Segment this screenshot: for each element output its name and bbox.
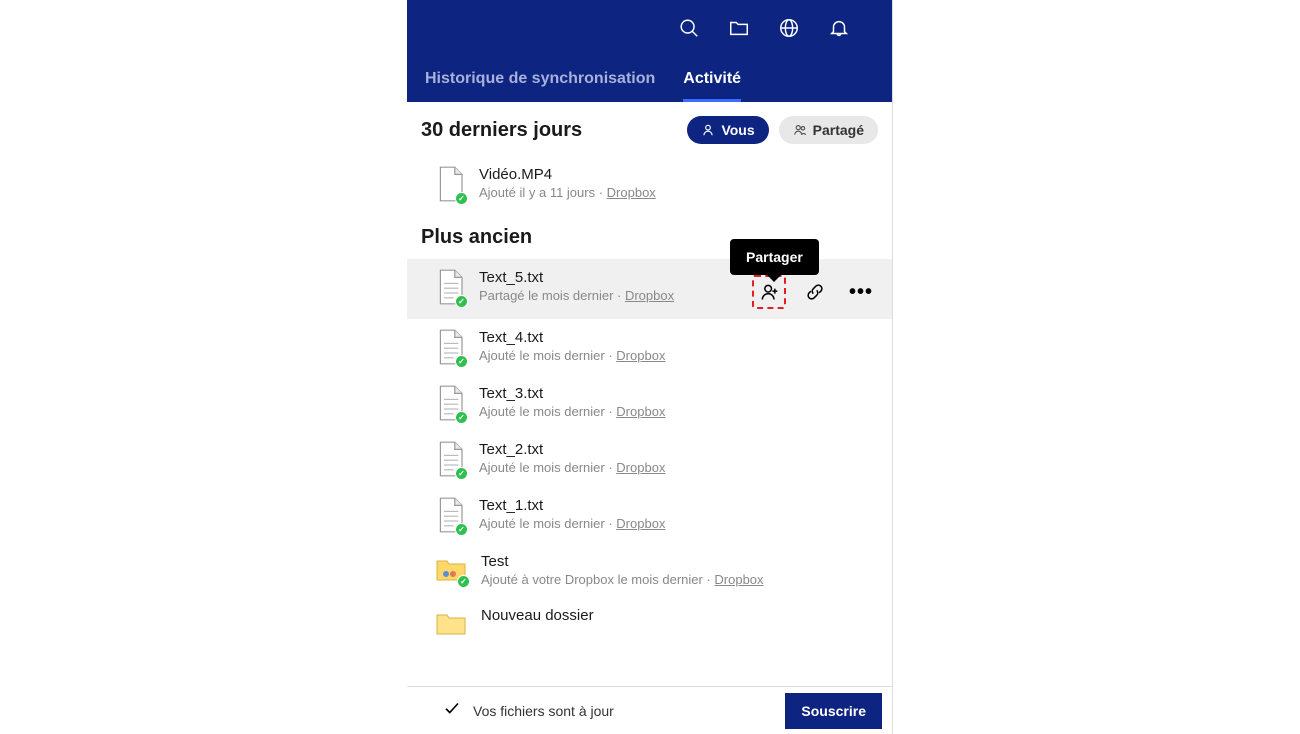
text-file-icon xyxy=(435,441,465,477)
header: Historique de synchronisation Activité xyxy=(407,0,892,102)
filter-shared-pill[interactable]: Partagé xyxy=(779,116,878,144)
activity-content: 30 derniers jours Vous Partagé Vidéo.MP4… xyxy=(407,102,892,686)
item-name: Test xyxy=(481,553,878,570)
location-link[interactable]: Dropbox xyxy=(607,185,656,200)
activity-item[interactable]: Vidéo.MP4 Ajouté il y a 11 jours · Dropb… xyxy=(407,156,892,212)
item-meta: Partagé le mois dernier · Dropbox xyxy=(479,288,738,303)
subscribe-button[interactable]: Souscrire xyxy=(785,693,882,729)
text-file-icon xyxy=(435,497,465,533)
item-meta: Ajouté le mois dernier · Dropbox xyxy=(479,404,878,419)
section-recent-title: 30 derniers jours xyxy=(421,119,677,142)
item-name: Text_5.txt xyxy=(479,269,738,286)
location-link[interactable]: Dropbox xyxy=(616,348,665,363)
activity-item[interactable]: Text_4.txt Ajouté le mois dernier · Drop… xyxy=(407,319,892,375)
check-icon xyxy=(443,699,461,722)
section-older-title: Plus ancien xyxy=(407,212,892,259)
item-meta: Ajouté le mois dernier · Dropbox xyxy=(479,460,878,475)
activity-item[interactable]: Nouveau dossier xyxy=(407,597,892,649)
folder-icon xyxy=(435,607,467,639)
share-tooltip: Partager xyxy=(730,239,819,275)
tab-activity[interactable]: Activité xyxy=(683,60,741,102)
item-meta: Ajouté le mois dernier · Dropbox xyxy=(479,348,878,363)
item-name: Text_4.txt xyxy=(479,329,878,346)
search-icon[interactable] xyxy=(678,17,700,44)
item-meta: Ajouté le mois dernier · Dropbox xyxy=(479,516,878,531)
activity-item[interactable]: Text_5.txt Partagé le mois dernier · Dro… xyxy=(407,259,892,319)
dots-icon: ••• xyxy=(849,281,873,304)
folder-icon[interactable] xyxy=(728,17,750,44)
item-name: Text_2.txt xyxy=(479,441,878,458)
file-icon xyxy=(435,166,465,202)
item-name: Nouveau dossier xyxy=(481,607,878,624)
location-link[interactable]: Dropbox xyxy=(616,404,665,419)
tabs: Historique de synchronisation Activité xyxy=(407,60,892,102)
item-meta: Ajouté il y a 11 jours · Dropbox xyxy=(479,185,878,200)
shared-folder-icon xyxy=(435,553,467,585)
item-name: Text_1.txt xyxy=(479,497,878,514)
location-link[interactable]: Dropbox xyxy=(616,516,665,531)
more-button[interactable]: ••• xyxy=(844,275,878,309)
item-name: Text_3.txt xyxy=(479,385,878,402)
tab-sync-history[interactable]: Historique de synchronisation xyxy=(425,60,655,102)
globe-icon[interactable] xyxy=(778,17,800,44)
footer: Vos fichiers sont à jour Souscrire xyxy=(407,686,892,734)
text-file-icon xyxy=(435,269,465,305)
text-file-icon xyxy=(435,385,465,421)
activity-item[interactable]: Text_2.txt Ajouté le mois dernier · Drop… xyxy=(407,431,892,487)
filter-you-pill[interactable]: Vous xyxy=(687,116,768,144)
activity-item[interactable]: Text_1.txt Ajouté le mois dernier · Drop… xyxy=(407,487,892,543)
location-link[interactable]: Dropbox xyxy=(714,572,763,587)
item-meta: Ajouté à votre Dropbox le mois dernier ·… xyxy=(481,572,878,587)
link-button[interactable] xyxy=(798,275,832,309)
activity-item[interactable]: Text_3.txt Ajouté le mois dernier · Drop… xyxy=(407,375,892,431)
location-link[interactable]: Dropbox xyxy=(625,288,674,303)
sync-status-text: Vos fichiers sont à jour xyxy=(473,703,773,719)
activity-item[interactable]: Test Ajouté à votre Dropbox le mois dern… xyxy=(407,543,892,597)
text-file-icon xyxy=(435,329,465,365)
item-name: Vidéo.MP4 xyxy=(479,166,878,183)
app-window: Historique de synchronisation Activité 3… xyxy=(407,0,893,734)
bell-icon[interactable] xyxy=(828,17,850,44)
location-link[interactable]: Dropbox xyxy=(616,460,665,475)
